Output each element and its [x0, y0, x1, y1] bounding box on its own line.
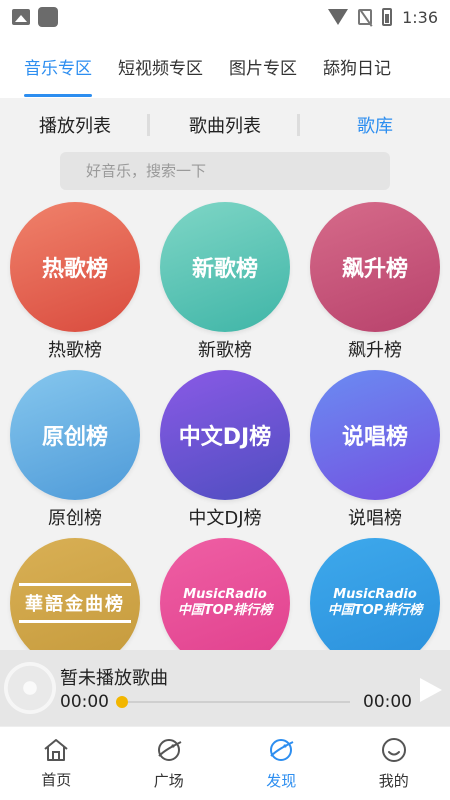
total-time: 00:00	[363, 692, 412, 712]
chart-cover-text: 華語金曲榜	[19, 583, 131, 623]
status-bar: 1:36	[0, 0, 450, 34]
top-tabs: 音乐专区 短视频专区 图片专区 舔狗日记	[0, 34, 450, 98]
subtab-song-list[interactable]: 歌曲列表	[150, 112, 300, 138]
progress-track[interactable]	[118, 701, 350, 703]
planet-icon	[155, 736, 183, 764]
nav-label: 首页	[41, 771, 72, 789]
chart-label: 飙升榜	[348, 340, 402, 361]
chart-item-musicradio-top[interactable]: MusicRadio 中国TOP排行榜	[150, 538, 300, 650]
tab-music-zone[interactable]: 音乐专区	[22, 48, 94, 97]
subtab-playlist[interactable]: 播放列表	[0, 112, 150, 138]
nav-label: 我的	[378, 772, 409, 790]
chart-item-musicradio-top-2[interactable]: MusicRadio 中国TOP排行榜	[300, 538, 450, 650]
chart-label: 原创榜	[48, 508, 102, 529]
nav-mine[interactable]: 我的	[338, 727, 450, 800]
search-bar	[60, 152, 390, 190]
app-notification-icon	[38, 7, 58, 27]
chart-cover: 热歌榜	[10, 202, 140, 332]
status-time: 1:36	[402, 7, 438, 27]
chart-cover: 飙升榜	[310, 202, 440, 332]
nav-plaza[interactable]: 广场	[113, 727, 226, 800]
smile-icon	[380, 736, 408, 764]
wifi-icon	[328, 9, 349, 25]
chart-cover: 原创榜	[10, 370, 140, 500]
nav-label: 广场	[153, 772, 184, 790]
chart-label: 热歌榜	[48, 340, 102, 361]
tab-short-video-zone[interactable]: 短视频专区	[116, 48, 205, 85]
nav-home[interactable]: 首页	[0, 727, 113, 800]
sub-tabs: 播放列表 歌曲列表 歌库	[0, 98, 450, 152]
chart-item-original[interactable]: 原创榜 原创榜	[0, 370, 150, 530]
chart-item-chinese-dj[interactable]: 中文DJ榜 中文DJ榜	[150, 370, 300, 530]
music-content: 播放列表 歌曲列表 歌库 热歌榜 热歌榜 新歌榜 新歌榜 飙升榜 飙升榜 原创榜…	[0, 98, 450, 650]
chart-item-hot[interactable]: 热歌榜 热歌榜	[0, 202, 150, 362]
battery-icon	[382, 8, 393, 26]
tab-diary[interactable]: 舔狗日记	[321, 48, 393, 85]
chart-cover: 華語金曲榜	[10, 538, 140, 650]
nav-discover[interactable]: 发现	[225, 727, 338, 800]
planet-icon	[267, 736, 295, 764]
search-input[interactable]	[86, 162, 390, 180]
mini-player[interactable]: 暂未播放歌曲 00:00 00:00	[0, 650, 450, 726]
chart-label: 说唱榜	[348, 508, 402, 529]
album-disc-icon	[4, 662, 56, 714]
nav-label: 发现	[266, 772, 297, 790]
chart-label: 中文DJ榜	[188, 508, 262, 529]
image-notification-icon	[12, 9, 30, 25]
progress-knob[interactable]	[116, 696, 128, 708]
tab-picture-zone[interactable]: 图片专区	[227, 48, 299, 85]
bottom-nav: 首页 广场 发现 我的	[0, 726, 450, 800]
chart-cover: 说唱榜	[310, 370, 440, 500]
chart-cover-line1: MusicRadio	[333, 586, 417, 602]
chart-cover: MusicRadio 中国TOP排行榜	[310, 538, 440, 650]
home-icon	[42, 737, 70, 763]
chart-grid: 热歌榜 热歌榜 新歌榜 新歌榜 飙升榜 飙升榜 原创榜 原创榜 中文DJ榜 中文…	[0, 202, 450, 650]
chart-item-rising[interactable]: 飙升榜 飙升榜	[300, 202, 450, 362]
chart-cover-line1: MusicRadio	[183, 586, 267, 602]
chart-label: 新歌榜	[198, 340, 252, 361]
no-sim-icon	[358, 9, 373, 25]
subtab-song-library[interactable]: 歌库	[300, 112, 450, 138]
chart-item-new[interactable]: 新歌榜 新歌榜	[150, 202, 300, 362]
chart-item-mandarin-gold[interactable]: 華語金曲榜	[0, 538, 150, 650]
chart-cover-line2: 中国TOP排行榜	[177, 603, 273, 618]
current-time: 00:00	[60, 692, 109, 712]
play-icon[interactable]	[420, 678, 442, 702]
chart-cover: 新歌榜	[160, 202, 290, 332]
chart-item-rap[interactable]: 说唱榜 说唱榜	[300, 370, 450, 530]
chart-cover: MusicRadio 中国TOP排行榜	[160, 538, 290, 650]
now-playing-title: 暂未播放歌曲	[60, 668, 168, 689]
chart-cover: 中文DJ榜	[160, 370, 290, 500]
chart-cover-line2: 中国TOP排行榜	[327, 603, 423, 618]
